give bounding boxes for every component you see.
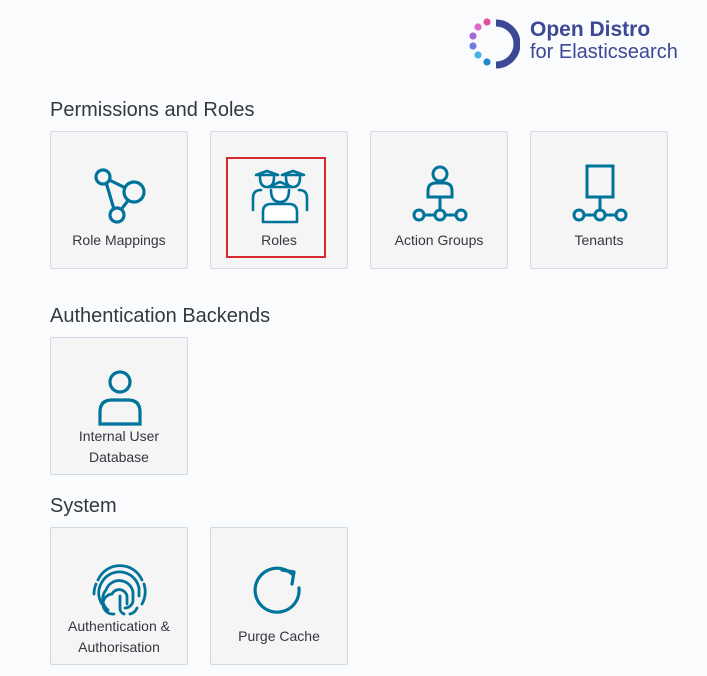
tile-tenants[interactable]: Tenants bbox=[530, 131, 668, 269]
tile-authentication-authorisation[interactable]: Authentication & Authorisation bbox=[50, 527, 188, 665]
tile-roles[interactable]: Roles bbox=[210, 131, 348, 269]
tile-role-mappings[interactable]: Role Mappings bbox=[50, 131, 188, 269]
logo-subtitle: for Elasticsearch bbox=[530, 41, 678, 63]
role-mappings-icon bbox=[94, 168, 146, 224]
tenants-icon bbox=[572, 164, 628, 222]
tile-action-groups[interactable]: Action Groups bbox=[370, 131, 508, 269]
internal-user-database-label-line2: Database bbox=[89, 449, 149, 465]
internal-user-database-label-line1: Internal User bbox=[78, 428, 160, 444]
logo-title: Open Distro bbox=[530, 18, 651, 41]
internal-user-icon bbox=[98, 370, 142, 426]
authentication-authorisation-label: Authentication & Authorisation bbox=[51, 616, 187, 658]
section-title-permissions-and-roles: Permissions and Roles bbox=[50, 99, 255, 121]
authentication-authorisation-label-line2: Authorisation bbox=[78, 639, 160, 655]
tile-purge-cache[interactable]: Purge Cache bbox=[210, 527, 348, 665]
refresh-icon bbox=[253, 566, 301, 614]
authentication-authorisation-label-line1: Authentication & bbox=[68, 618, 170, 634]
action-groups-icon bbox=[412, 165, 468, 222]
open-distro-logo-mark-icon bbox=[469, 18, 520, 69]
roles-label: Roles bbox=[261, 232, 297, 248]
fingerprint-icon bbox=[92, 564, 147, 616]
section-title-authentication-backends: Authentication Backends bbox=[50, 305, 271, 327]
logo-text: Open Distro for Elasticsearch bbox=[530, 18, 678, 64]
role-mappings-label: Role Mappings bbox=[72, 232, 166, 248]
purge-cache-label: Purge Cache bbox=[238, 628, 320, 644]
roles-icon bbox=[251, 169, 309, 224]
section-title-system: System bbox=[50, 495, 117, 517]
internal-user-database-label: Internal User Database bbox=[51, 426, 187, 468]
tile-internal-user-database[interactable]: Internal User Database bbox=[50, 337, 188, 475]
action-groups-label: Action Groups bbox=[394, 232, 484, 248]
open-distro-logo: Open Distro for Elasticsearch bbox=[466, 17, 696, 71]
tenants-label: Tenants bbox=[574, 232, 624, 248]
